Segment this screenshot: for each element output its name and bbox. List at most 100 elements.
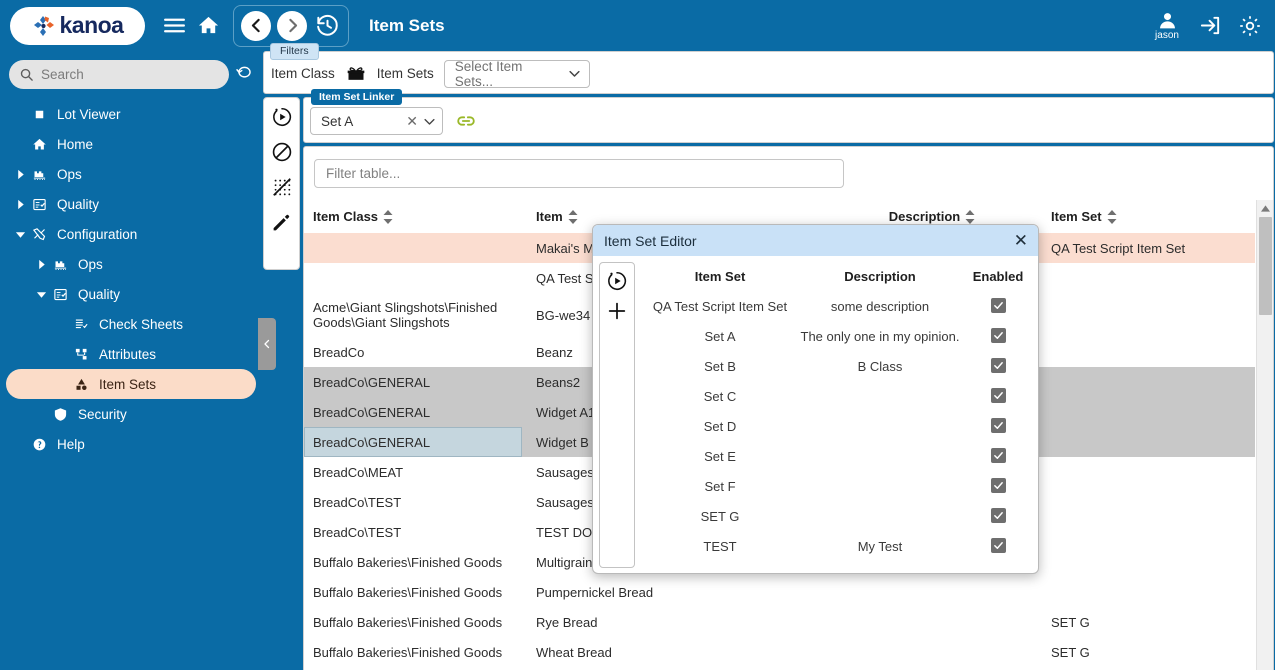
forward-button[interactable] [277, 10, 307, 41]
dialog-cell-description[interactable] [800, 441, 960, 471]
close-x-icon[interactable]: ✕ [1014, 232, 1028, 249]
dialog-table-row[interactable]: Set A The only one in my opinion. [640, 321, 1036, 351]
table-row[interactable]: Buffalo Bakeries\Finished Goods Pumpernic… [304, 577, 1255, 607]
dialog-cell-description[interactable]: some description [800, 291, 960, 321]
table-row[interactable]: Buffalo Bakeries\Finished Goods Rye Bread… [304, 607, 1255, 637]
search-input[interactable]: Search [9, 60, 229, 89]
undo-arrow-icon[interactable] [235, 65, 254, 84]
cell-item-set[interactable] [1042, 517, 1255, 547]
cell-item-set[interactable] [1042, 457, 1255, 487]
enabled-checkbox-checked[interactable] [990, 298, 1006, 313]
block-disable-icon[interactable] [269, 139, 295, 165]
enabled-checkbox-checked[interactable] [990, 388, 1006, 403]
column-header-item-set[interactable]: Item Set [1042, 200, 1255, 233]
dialog-cell-item-set[interactable]: TEST [640, 531, 800, 561]
close-x-icon[interactable]: ✕ [402, 113, 422, 130]
cell-item-set[interactable] [1042, 337, 1255, 367]
cell-item-set[interactable] [1042, 397, 1255, 427]
triangle-up-icon[interactable] [1257, 200, 1273, 216]
cell-item-class[interactable] [304, 233, 522, 263]
cell-item-set[interactable]: SET G [1042, 607, 1255, 637]
sort-arrows-icon[interactable] [1107, 209, 1117, 224]
enabled-checkbox-checked[interactable] [990, 508, 1006, 523]
run-play-icon[interactable] [604, 268, 630, 294]
gear-icon[interactable] [1233, 9, 1267, 43]
table-row[interactable]: Buffalo Bakeries\Finished Goods Wheat Bre… [304, 637, 1255, 667]
cell-item-set[interactable] [1042, 293, 1255, 337]
cell-item-set[interactable] [1042, 487, 1255, 517]
linker-set-select[interactable]: Set A ✕ [310, 107, 443, 135]
dialog-table-row[interactable]: QA Test Script Item Set some description [640, 291, 1036, 321]
hamburger-menu-icon[interactable] [157, 9, 191, 43]
sidebar-item-attributes[interactable]: Attributes [6, 339, 256, 369]
dialog-cell-item-set[interactable]: Set D [640, 411, 800, 441]
cell-item-class[interactable]: BreadCo\TEST [304, 517, 522, 547]
dialog-cell-item-set[interactable]: QA Test Script Item Set [640, 291, 800, 321]
enabled-checkbox-checked[interactable] [990, 478, 1006, 493]
user-avatar[interactable]: jason [1147, 10, 1187, 41]
dialog-cell-description[interactable] [800, 501, 960, 531]
cell-item-set[interactable]: SET G [1042, 637, 1255, 667]
caret-down-icon[interactable] [12, 229, 28, 240]
back-button[interactable] [241, 10, 271, 41]
sidebar-item-quality[interactable]: Quality [6, 189, 256, 219]
chevron-down-icon[interactable] [422, 114, 437, 129]
app-logo[interactable]: kanoa [10, 6, 145, 45]
dialog-table-row[interactable]: SET G [640, 501, 1036, 531]
cell-item-class[interactable]: BreadCo [304, 337, 522, 367]
add-plus-icon[interactable] [604, 298, 630, 324]
dialog-cell-description[interactable]: My Test [800, 531, 960, 561]
caret-right-icon[interactable] [12, 169, 28, 180]
cell-item-class[interactable]: Buffalo Bakeries\Finished Goods [304, 577, 522, 607]
dialog-cell-description[interactable] [800, 471, 960, 501]
enabled-checkbox-checked[interactable] [990, 358, 1006, 373]
dialog-cell-description[interactable]: B Class [800, 351, 960, 381]
dialog-cell-description[interactable]: The only one in my opinion. [800, 321, 960, 351]
sidebar-collapse-handle[interactable] [258, 318, 276, 370]
cell-item-class[interactable]: Buffalo Bakeries\Finished Goods [304, 637, 522, 667]
sidebar-item-home[interactable]: Home [6, 129, 256, 159]
cell-item[interactable]: Pumpernickel Bread [522, 577, 822, 607]
dialog-cell-item-set[interactable]: Set C [640, 381, 800, 411]
caret-down-icon[interactable] [33, 289, 49, 300]
cell-item-set[interactable]: QA Test Script Item Set [1042, 233, 1255, 263]
sidebar-item-configuration[interactable]: Configuration [6, 219, 256, 249]
cell-item[interactable]: Rye Bread [522, 607, 822, 637]
cell-item-set[interactable] [1042, 547, 1255, 577]
filter-table-input[interactable]: Filter table... [314, 159, 844, 188]
dialog-cell-description[interactable] [800, 411, 960, 441]
cell-item-set[interactable] [1042, 367, 1255, 397]
enabled-checkbox-checked[interactable] [990, 418, 1006, 433]
dialog-table-row[interactable]: Set C [640, 381, 1036, 411]
caret-right-icon[interactable] [33, 259, 49, 270]
dialog-cell-description[interactable] [800, 381, 960, 411]
dialog-table-row[interactable]: Set BB Class [640, 351, 1036, 381]
cell-item-set[interactable] [1042, 263, 1255, 293]
dialog-cell-item-set[interactable]: Set E [640, 441, 800, 471]
dialog-column-header-enabled[interactable]: Enabled [960, 262, 1036, 291]
sign-in-icon[interactable] [1193, 9, 1227, 43]
dialog-table-row[interactable]: Set E [640, 441, 1036, 471]
sidebar-item-ops[interactable]: Ops [6, 159, 256, 189]
enabled-checkbox-checked[interactable] [990, 538, 1006, 553]
home-icon[interactable] [191, 9, 225, 43]
dialog-table-row[interactable]: Set F [640, 471, 1036, 501]
scrollbar-thumb[interactable] [1259, 217, 1272, 315]
column-header-item-class[interactable]: Item Class [304, 200, 522, 233]
sidebar-item-help[interactable]: Help [6, 429, 256, 459]
cell-item-set[interactable] [1042, 577, 1255, 607]
cell-item-class[interactable]: BreadCo\TEST [304, 487, 522, 517]
run-play-icon[interactable] [269, 104, 295, 130]
enabled-checkbox-checked[interactable] [990, 448, 1006, 463]
sort-arrows-icon[interactable] [965, 209, 975, 224]
sidebar-item-ops[interactable]: Ops [6, 249, 256, 279]
table-vertical-scrollbar[interactable] [1256, 200, 1273, 670]
dialog-cell-item-set[interactable]: Set F [640, 471, 800, 501]
cell-description[interactable] [822, 607, 1042, 637]
dialog-table-row[interactable]: TEST My Test [640, 531, 1036, 561]
cell-item-class[interactable] [304, 263, 522, 293]
sort-arrows-icon[interactable] [383, 209, 393, 224]
sort-arrows-icon[interactable] [568, 209, 578, 224]
enabled-checkbox-checked[interactable] [990, 328, 1006, 343]
cell-item-class[interactable]: Buffalo Bakeries\Finished Goods [304, 547, 522, 577]
